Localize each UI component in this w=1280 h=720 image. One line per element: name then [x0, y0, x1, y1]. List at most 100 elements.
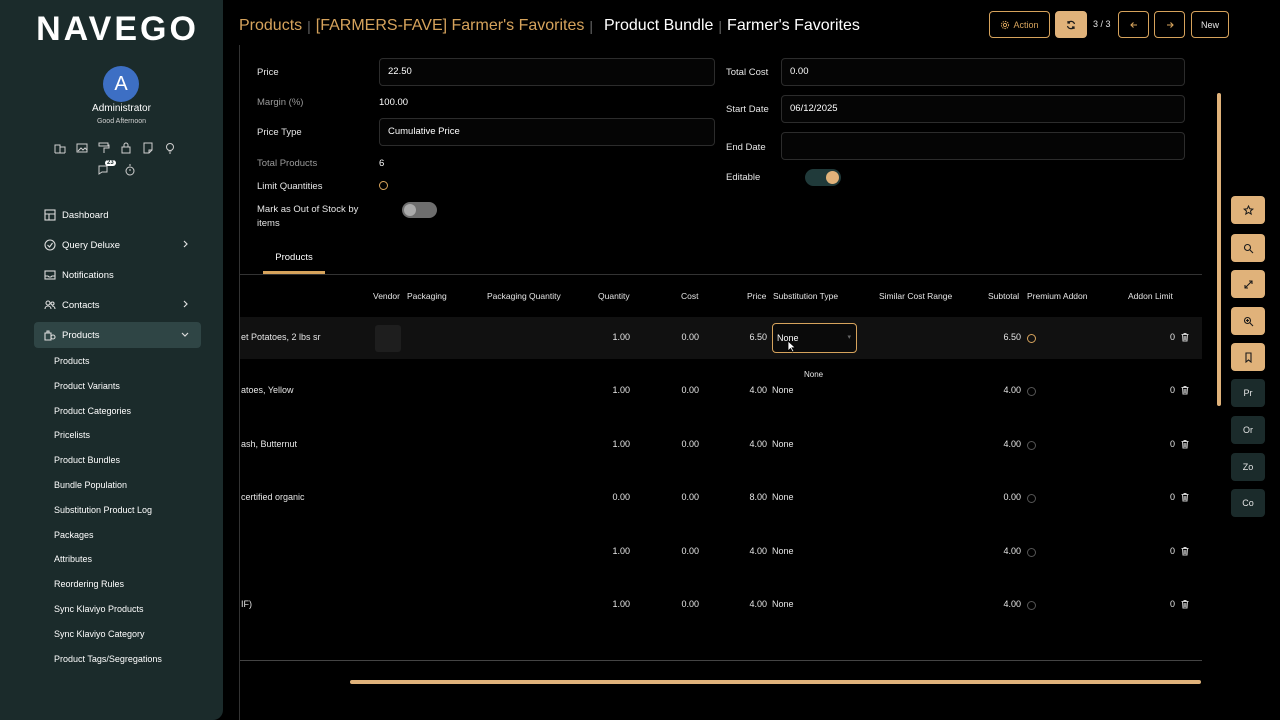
sidebar-item-dashboard[interactable]: Dashboard	[34, 202, 201, 228]
refresh-button[interactable]	[1055, 11, 1087, 38]
premium-addon-checkbox[interactable]	[1027, 387, 1036, 396]
premium-addon-checkbox[interactable]	[1027, 441, 1036, 450]
col-cost[interactable]: Cost	[681, 291, 698, 301]
substitution-type-cell[interactable]: None	[772, 439, 794, 449]
substitution-type-select[interactable]: None ▾	[772, 323, 857, 353]
price-cell[interactable]: 4.00	[728, 546, 767, 556]
col-premium-addon[interactable]: Premium Addon	[1027, 291, 1087, 301]
next-record-button[interactable]	[1154, 11, 1185, 38]
table-row[interactable]: et Potatoes, 2 lbs sr 1.00 0.00 6.50 Non…	[240, 317, 1202, 359]
addon-limit-cell[interactable]: 0	[1130, 332, 1175, 342]
premium-addon-checkbox[interactable]	[1027, 601, 1036, 610]
bookmark-button[interactable]	[1231, 343, 1265, 371]
product-cell[interactable]: et Potatoes, 2 lbs sr	[241, 332, 321, 342]
quantity-cell[interactable]: 1.00	[590, 332, 630, 342]
rail-button-pr[interactable]: Pr	[1231, 379, 1265, 407]
col-vendor[interactable]: Vendor	[373, 291, 400, 301]
cost-cell[interactable]: 0.00	[660, 332, 699, 342]
premium-addon-checkbox[interactable]	[1027, 548, 1036, 557]
chat-button[interactable]: 23	[98, 160, 116, 176]
rail-button-co[interactable]: Co	[1231, 489, 1265, 517]
addon-limit-cell[interactable]: 0	[1130, 385, 1175, 395]
avatar[interactable]: A	[103, 66, 139, 102]
subnav-item-sync-klaviyo-products[interactable]: Sync Klaviyo Products	[54, 600, 162, 625]
col-packaging[interactable]: Packaging	[407, 291, 447, 301]
col-subtotal[interactable]: Subtotal	[988, 291, 1019, 301]
table-row[interactable]: atoes, Yellow 1.00 0.00 4.00 None 4.00 0	[240, 370, 1202, 412]
trash-icon[interactable]	[1180, 439, 1190, 449]
trash-icon[interactable]	[1180, 332, 1190, 342]
limit-quantities-checkbox[interactable]	[379, 181, 388, 190]
breadcrumb-products[interactable]: Products	[239, 17, 302, 35]
subnav-item-reordering-rules[interactable]: Reordering Rules	[54, 575, 162, 600]
action-button[interactable]: Action	[989, 11, 1050, 38]
sidebar-item-notifications[interactable]: Notifications	[34, 262, 201, 288]
quantity-cell[interactable]: 1.00	[590, 599, 630, 609]
col-quantity[interactable]: Quantity	[598, 291, 630, 301]
trash-icon[interactable]	[1180, 492, 1190, 502]
table-row[interactable]: certified organic 0.00 0.00 8.00 None 0.…	[240, 477, 1202, 519]
col-packaging-quantity[interactable]: Packaging Quantity	[487, 291, 561, 301]
note-icon[interactable]	[142, 142, 154, 154]
trash-icon[interactable]	[1180, 546, 1190, 556]
favorite-button[interactable]	[1231, 196, 1265, 224]
product-cell[interactable]: certified organic	[241, 492, 305, 502]
paint-roller-icon[interactable]	[98, 142, 110, 154]
price-field[interactable]: 22.50	[379, 58, 715, 86]
subnav-item-packages[interactable]: Packages	[54, 526, 162, 551]
quantity-cell[interactable]: 1.00	[590, 385, 630, 395]
col-addon-limit[interactable]: Addon Limit	[1128, 291, 1173, 301]
lock-icon[interactable]	[120, 142, 132, 154]
table-row[interactable]: ash, Butternut 1.00 0.00 4.00 None 4.00 …	[240, 424, 1202, 466]
prev-record-button[interactable]	[1118, 11, 1149, 38]
trash-icon[interactable]	[1180, 599, 1190, 609]
price-cell[interactable]: 8.00	[728, 492, 767, 502]
cost-cell[interactable]: 0.00	[660, 439, 699, 449]
total-cost-field[interactable]: 0.00	[781, 58, 1185, 86]
new-button[interactable]: New	[1191, 11, 1229, 38]
end-date-field[interactable]	[781, 132, 1185, 160]
price-cell[interactable]: 4.00	[728, 439, 767, 449]
col-similar-cost-range[interactable]: Similar Cost Range	[879, 291, 952, 301]
vendor-select[interactable]	[375, 325, 401, 352]
sidebar-item-query-deluxe[interactable]: Query Deluxe	[34, 232, 201, 258]
subnav-item-sync-klaviyo-category[interactable]: Sync Klaviyo Category	[54, 625, 162, 650]
subnav-item-attributes[interactable]: Attributes	[54, 550, 162, 575]
rail-button-zo[interactable]: Zo	[1231, 453, 1265, 481]
image-icon[interactable]	[76, 142, 88, 154]
addon-limit-cell[interactable]: 0	[1130, 439, 1175, 449]
stopwatch-icon[interactable]	[124, 164, 136, 176]
premium-addon-checkbox[interactable]	[1027, 494, 1036, 503]
trash-icon[interactable]	[1180, 385, 1190, 395]
tab-products[interactable]: Products	[263, 244, 325, 274]
rail-button-or[interactable]: Or	[1231, 416, 1265, 444]
table-row[interactable]: IF) 1.00 0.00 4.00 None 4.00 0	[240, 584, 1202, 626]
vertical-scrollbar[interactable]	[1217, 93, 1221, 406]
app-logo[interactable]: NAVEGO	[0, 10, 235, 49]
subnav-item-product-variants[interactable]: Product Variants	[54, 377, 162, 402]
price-type-select[interactable]: Cumulative Price	[379, 118, 715, 146]
product-cell[interactable]: IF)	[241, 599, 252, 609]
substitution-type-cell[interactable]: None	[772, 546, 794, 556]
premium-addon-checkbox[interactable]	[1027, 334, 1036, 343]
cost-cell[interactable]: 0.00	[660, 385, 699, 395]
lightbulb-icon[interactable]	[164, 142, 176, 154]
horizontal-scrollbar[interactable]	[350, 680, 1201, 684]
subnav-item-bundle-population[interactable]: Bundle Population	[54, 476, 162, 501]
substitution-type-cell[interactable]: None	[772, 385, 794, 395]
breadcrumb-farmers-fave[interactable]: [FARMERS-FAVE] Farmer's Favorites	[316, 17, 585, 35]
quantity-cell[interactable]: 0.00	[590, 492, 630, 502]
subnav-item-pricelists[interactable]: Pricelists	[54, 426, 162, 451]
price-cell[interactable]: 4.00	[728, 599, 767, 609]
subnav-item-product-tags[interactable]: Product Tags/Segregations	[54, 650, 162, 675]
col-price[interactable]: Price	[747, 291, 766, 301]
search-button[interactable]	[1231, 234, 1265, 262]
subnav-item-products[interactable]: Products	[54, 352, 162, 377]
subnav-item-product-bundles[interactable]: Product Bundles	[54, 451, 162, 476]
quantity-cell[interactable]: 1.00	[590, 439, 630, 449]
price-cell[interactable]: 6.50	[728, 332, 767, 342]
col-substitution-type[interactable]: Substitution Type	[773, 291, 838, 301]
expand-button[interactable]	[1231, 270, 1265, 298]
substitution-type-cell[interactable]: None	[772, 492, 794, 502]
mark-oos-toggle[interactable]	[402, 202, 437, 218]
